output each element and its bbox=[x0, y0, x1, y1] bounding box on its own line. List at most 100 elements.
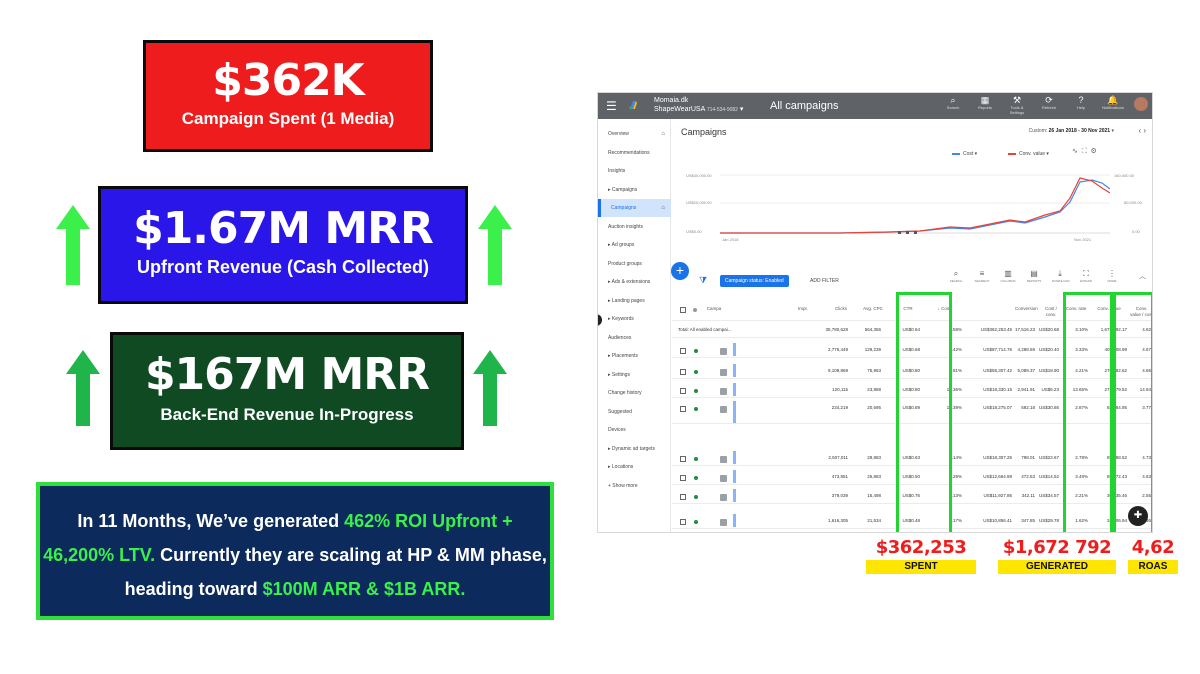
sidebar-item[interactable]: Audiences bbox=[598, 329, 671, 347]
avatar[interactable] bbox=[1134, 97, 1148, 111]
row-checkbox[interactable] bbox=[680, 456, 686, 462]
toolbar-tool-reports[interactable]: ▤ REPORTS bbox=[1026, 269, 1042, 283]
column-header[interactable]: Cost / conv. bbox=[1040, 306, 1062, 318]
topbar-tool-2[interactable]: ⚒ Tools & Settings bbox=[1006, 95, 1028, 115]
table-cell: 20,695 bbox=[867, 405, 881, 410]
toolbar-tool-icon: ⌕ bbox=[953, 269, 959, 278]
topbar-tool-1[interactable]: ▦ Reports bbox=[974, 95, 996, 115]
select-all-checkbox[interactable] bbox=[680, 307, 686, 313]
campaign-name-link[interactable] bbox=[733, 489, 736, 502]
sidebar-item[interactable]: ▸ Ad groups bbox=[598, 236, 671, 254]
sidebar-item[interactable]: Insights bbox=[598, 162, 671, 180]
sidebar-item[interactable]: ▸ Keywords bbox=[598, 310, 671, 328]
y-left-tick: US$20,000.00 bbox=[686, 200, 712, 205]
toolbar-tool-download[interactable]: ⤓ DOWNLOAD bbox=[1052, 269, 1070, 283]
topbar-tool-label: Reports bbox=[977, 105, 992, 110]
sidebar-item[interactable]: ▸ Placements bbox=[598, 347, 671, 365]
feedback-button[interactable]: ✚ bbox=[1128, 506, 1148, 526]
up-arrow-icon bbox=[473, 350, 507, 426]
sidebar-item[interactable]: ▸ Dynamic ad targets bbox=[598, 440, 671, 458]
row-checkbox[interactable] bbox=[680, 388, 686, 394]
stat-spent-label: SPENT bbox=[866, 560, 976, 574]
campaign-name-link[interactable] bbox=[733, 364, 736, 377]
topbar-tool-5[interactable]: 🔔 Notifications bbox=[1102, 95, 1124, 115]
campaign-name-link[interactable] bbox=[733, 514, 736, 527]
campaign-name-link[interactable] bbox=[733, 470, 736, 483]
chart-tool-icons[interactable]: ∿ ⛶ ⚙ bbox=[1072, 147, 1097, 156]
row-checkbox[interactable] bbox=[680, 519, 686, 525]
account-line1: Momaia.dk bbox=[654, 97, 689, 104]
campaign-name-link[interactable] bbox=[733, 343, 736, 356]
campaign-type-icon bbox=[720, 406, 727, 413]
toolbar-tool-label: REPORTS bbox=[1026, 279, 1042, 283]
table-cell: 23,888 bbox=[867, 387, 881, 392]
column-header[interactable]: Conversion bbox=[1015, 306, 1038, 312]
sidebar-item[interactable]: Campaigns ⌂ bbox=[598, 199, 671, 217]
sidebar-item[interactable]: Recommendations bbox=[598, 144, 671, 162]
sidebar-item-label: Auction insights bbox=[608, 223, 644, 230]
sidebar-item[interactable]: ▸ Ads & extensions bbox=[598, 273, 671, 291]
row-checkbox[interactable] bbox=[680, 475, 686, 481]
status-enabled-icon bbox=[694, 407, 698, 411]
total-row-label: Total: All enabled campai... bbox=[678, 327, 732, 332]
account-selector[interactable]: Momaia.dk ShapeWearUSA 714-534-9082 ▾ bbox=[654, 96, 743, 115]
toolbar-tool-expand[interactable]: ⛶ EXPAND bbox=[1078, 269, 1094, 283]
backend-revenue-value: $167M MRR bbox=[144, 349, 430, 400]
sidebar-item[interactable]: ▸ Settings bbox=[598, 366, 671, 384]
date-range[interactable]: Custom: 26 Jan 2018 - 30 Nov 2021 ▾ bbox=[1029, 128, 1114, 134]
topbar-tool-label: Refresh bbox=[1041, 105, 1056, 110]
sidebar-item[interactable]: Overview ⌂ bbox=[598, 125, 671, 143]
topbar-tool-3[interactable]: ⟳ Refresh bbox=[1038, 95, 1060, 115]
toolbar-tool-columns[interactable]: ▥ COLUMNS bbox=[1000, 269, 1016, 283]
row-checkbox[interactable] bbox=[680, 348, 686, 354]
legend-conv-value[interactable]: Conv. value ▾ bbox=[1008, 151, 1049, 157]
filter-icon[interactable]: ⧩ bbox=[699, 275, 707, 286]
campaign-status-filter-chip[interactable]: Campaign status: Enabled bbox=[720, 275, 789, 287]
toolbar-tool-segment[interactable]: ≡ SEGMENT bbox=[974, 269, 990, 283]
legend-cost[interactable]: Cost ▾ bbox=[952, 151, 977, 157]
column-header[interactable]: Avg. CPC bbox=[862, 306, 884, 312]
campaign-name-link[interactable] bbox=[733, 451, 736, 464]
topbar-tool-icon: 🔔 bbox=[1107, 95, 1119, 105]
sidebar-item[interactable]: Suggested bbox=[598, 403, 671, 421]
menu-icon[interactable]: ☰ bbox=[606, 99, 617, 113]
toolbar-tool-more[interactable]: ⋮ MORE bbox=[1104, 269, 1120, 283]
sidebar-item-label: ▸ Placements bbox=[608, 353, 639, 359]
column-header[interactable]: Campa bbox=[703, 306, 725, 312]
toolbar-tool-search[interactable]: ⌕ SEARCH bbox=[948, 269, 964, 283]
sidebar-item[interactable]: ▸ Landing pages bbox=[598, 292, 671, 310]
column-header[interactable]: Clicks bbox=[832, 306, 850, 312]
sidebar-item-label: Audiences bbox=[608, 334, 632, 341]
sidebar-item[interactable]: Devices bbox=[598, 421, 671, 439]
date-nav-arrows[interactable]: ‹ › bbox=[1138, 126, 1146, 135]
row-checkbox[interactable] bbox=[680, 406, 686, 412]
stat-spent-value: $362,253 bbox=[875, 537, 967, 558]
google-ads-screenshot: ☰ Momaia.dk ShapeWearUSA 714-534-9082 ▾ … bbox=[597, 92, 1153, 533]
sidebar-item[interactable]: Auction insights bbox=[598, 218, 671, 236]
collapse-chevron-icon[interactable]: ︿ bbox=[1139, 271, 1146, 281]
ads-sidebar: Overview ⌂ Recommendations Insights ▸ Campai… bbox=[598, 119, 671, 532]
column-header[interactable]: Impr. bbox=[792, 306, 814, 312]
upfront-revenue-card: $1.67M MRR Upfront Revenue (Cash Collect… bbox=[98, 186, 468, 304]
campaign-type-icon bbox=[720, 494, 727, 501]
sidebar-item[interactable]: ▸ Campaigns bbox=[598, 181, 671, 199]
add-campaign-button[interactable]: + bbox=[671, 262, 689, 280]
sidebar-item[interactable]: ▸ Locations bbox=[598, 458, 671, 476]
sidebar-item[interactable]: Change history bbox=[598, 384, 671, 402]
row-checkbox[interactable] bbox=[680, 494, 686, 500]
campaign-name-link[interactable] bbox=[733, 401, 736, 423]
campaign-name-link[interactable] bbox=[733, 383, 736, 396]
topbar-tool-4[interactable]: ? Help bbox=[1070, 95, 1092, 115]
add-filter-button[interactable]: ADD FILTER bbox=[810, 278, 839, 284]
campaign-type-icon bbox=[720, 369, 727, 376]
row-checkbox[interactable] bbox=[680, 369, 686, 375]
topbar-tool-icon: ⌕ bbox=[950, 95, 956, 105]
date-range-value: 26 Jan 2018 - 30 Nov 2021 bbox=[1048, 128, 1111, 134]
sidebar-item[interactable]: Product groups bbox=[598, 255, 671, 273]
x-start-tick: Jan 2018 bbox=[722, 237, 739, 242]
sidebar-item[interactable]: + Show more bbox=[598, 477, 671, 495]
sidebar-item-label: Suggested bbox=[608, 408, 632, 415]
sidebar-item-label: Product groups bbox=[608, 260, 642, 267]
topbar-tool-0[interactable]: ⌕ Search bbox=[942, 95, 964, 115]
upfront-revenue-label: Upfront Revenue (Cash Collected) bbox=[136, 257, 430, 277]
